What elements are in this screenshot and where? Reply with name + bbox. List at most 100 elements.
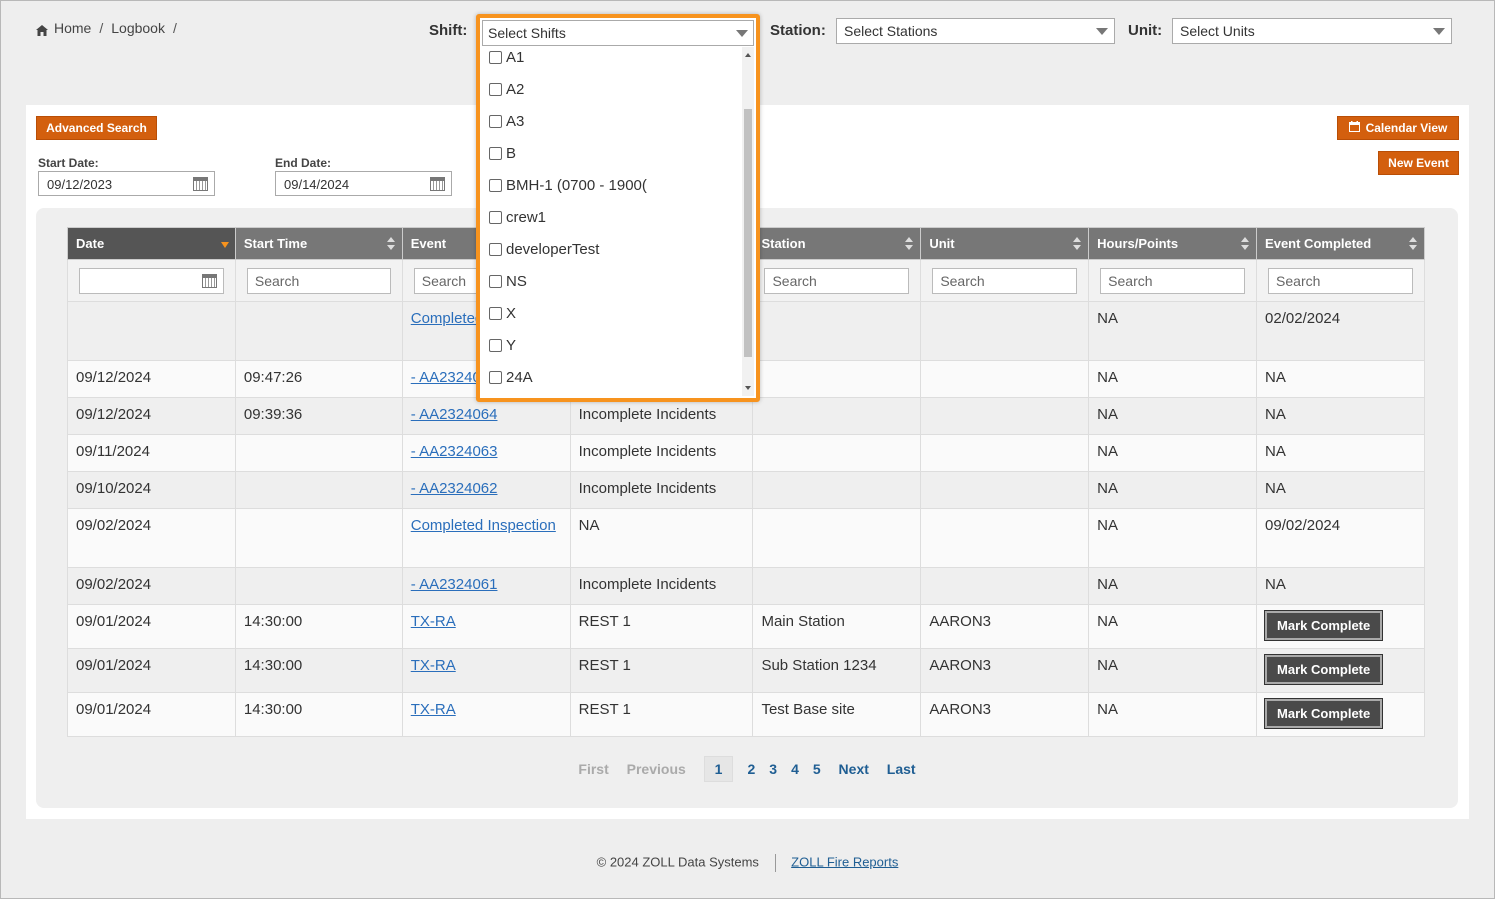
mark-complete-button[interactable]: Mark Complete [1264, 610, 1384, 641]
pager-page[interactable]: 3 [769, 761, 777, 777]
cell-value: 02/02/2024 [1265, 310, 1341, 327]
calendar-icon[interactable] [430, 177, 445, 191]
pager-next[interactable]: Next [839, 761, 869, 777]
shift-option-checkbox[interactable] [489, 146, 502, 160]
shift-option-checkbox[interactable] [489, 370, 502, 384]
shift-label: Shift: [429, 22, 468, 39]
column-header[interactable]: Start Time [234, 227, 403, 260]
shift-option[interactable]: 24A [482, 361, 742, 393]
event-link[interactable]: - AA2324063 [411, 443, 498, 460]
cell-value: Incomplete Incidents [578, 576, 717, 593]
advanced-search-button[interactable]: Advanced Search [36, 116, 157, 140]
pager-first[interactable]: First [578, 761, 608, 777]
event-link[interactable]: - AA2324064 [411, 406, 498, 423]
cell-type: Incomplete Incidents [569, 434, 754, 472]
cell-station [752, 360, 922, 398]
station-select[interactable]: Select Stations [836, 18, 1115, 44]
column-header[interactable]: Date [67, 227, 236, 260]
shift-option-checkbox[interactable] [489, 274, 502, 288]
shift-option-checkbox[interactable] [489, 114, 502, 128]
shift-option-checkbox[interactable] [489, 210, 502, 224]
scroll-up-icon[interactable] [745, 53, 751, 57]
shift-option-checkbox[interactable] [489, 82, 502, 96]
shift-select[interactable]: Select Shifts [482, 20, 754, 46]
cell-value: NA [1097, 613, 1119, 630]
pager-page[interactable]: 4 [791, 761, 799, 777]
event-link[interactable]: TX-RA [411, 701, 456, 718]
shift-option[interactable]: A3 [482, 105, 742, 137]
pager-page[interactable]: 1 [703, 756, 734, 782]
pager-page[interactable]: 2 [747, 761, 755, 777]
shift-select-value: Select Shifts [488, 25, 566, 41]
scroll-down-icon[interactable] [745, 386, 751, 390]
calendar-icon[interactable] [193, 177, 208, 191]
column-header[interactable]: Unit [920, 227, 1090, 260]
cell-start: 09:47:26 [234, 360, 403, 398]
date-filter-input[interactable] [79, 267, 224, 294]
cell-event: Completed Inspection [401, 508, 571, 568]
cell-unit [920, 360, 1090, 398]
shift-option[interactable]: A2 [482, 73, 742, 105]
breadcrumb-logbook[interactable]: Logbook [111, 20, 165, 36]
new-event-button[interactable]: New Event [1378, 151, 1459, 175]
shift-option-label: BMH-1 (0700 - 1900( [506, 176, 647, 194]
shift-option-checkbox[interactable] [489, 306, 502, 320]
start-date-input[interactable]: 09/12/2023 [38, 171, 215, 196]
column-search-input[interactable]: Search [1268, 267, 1413, 294]
column-header-label: Event Completed [1265, 236, 1372, 251]
cell-event: - AA2324062 [401, 471, 571, 509]
cell-unit [920, 301, 1090, 361]
sort-icon [1409, 237, 1417, 251]
end-date-value: 09/14/2024 [284, 177, 350, 192]
pager-previous[interactable]: Previous [627, 761, 686, 777]
column-search-placeholder: Search [1108, 272, 1153, 289]
event-link[interactable]: - AA2324062 [411, 480, 498, 497]
event-link[interactable]: - AA2324061 [411, 576, 498, 593]
shift-option-checkbox[interactable] [489, 50, 502, 64]
cell-event: TX-RA [401, 692, 571, 737]
footer: © 2024 ZOLL Data Systems ZOLL Fire Repor… [0, 854, 1495, 872]
end-date-input[interactable]: 09/14/2024 [275, 171, 452, 196]
footer-copyright: © 2024 ZOLL Data Systems [596, 854, 759, 870]
cell-value: Incomplete Incidents [578, 480, 717, 497]
column-search-input[interactable]: Search [1100, 267, 1246, 294]
shift-list-scrollbar[interactable] [742, 47, 754, 396]
column-search-input[interactable]: Search [932, 267, 1078, 294]
scrollbar-thumb[interactable] [744, 109, 752, 357]
shift-option[interactable]: NS [482, 265, 742, 297]
column-header[interactable]: Event Completed [1256, 227, 1425, 260]
cell-station [752, 567, 922, 605]
unit-select[interactable]: Select Units [1172, 18, 1452, 44]
pager-page[interactable]: 5 [813, 761, 821, 777]
event-link[interactable]: TX-RA [411, 657, 456, 674]
shift-option-checkbox[interactable] [489, 338, 502, 352]
footer-link[interactable]: ZOLL Fire Reports [791, 854, 898, 869]
shift-option-label: developerTest [506, 240, 600, 258]
calendar-icon[interactable] [201, 273, 217, 288]
shift-option[interactable]: X [482, 297, 742, 329]
column-header[interactable]: Station [752, 227, 922, 260]
column-header-label: Start Time [243, 236, 308, 251]
breadcrumb-home[interactable]: Home [54, 20, 91, 36]
mark-complete-button[interactable]: Mark Complete [1264, 698, 1384, 729]
calendar-view-button[interactable]: Calendar View [1337, 116, 1459, 140]
shift-option-label: X [506, 304, 517, 322]
column-search-input[interactable]: Search [246, 267, 391, 294]
shift-option[interactable]: developerTest [482, 233, 742, 265]
shift-option-checkbox[interactable] [489, 242, 502, 256]
pager-last[interactable]: Last [887, 761, 916, 777]
column-search-input[interactable]: Search [764, 267, 910, 294]
shift-option[interactable]: B [482, 137, 742, 169]
mark-complete-button[interactable]: Mark Complete [1264, 654, 1384, 685]
shift-option-checkbox[interactable] [489, 178, 502, 192]
event-link[interactable]: TX-RA [411, 613, 456, 630]
event-link[interactable]: Completed Inspection [411, 517, 556, 534]
shift-option[interactable]: A1 [482, 47, 742, 73]
shift-option[interactable]: Y [482, 329, 742, 361]
shift-option[interactable]: crew1 [482, 201, 742, 233]
cell-value: 09/11/2024 [76, 443, 150, 460]
shift-option[interactable]: BMH-1 (0700 - 1900( [482, 169, 742, 201]
chevron-down-icon [1433, 28, 1445, 35]
column-header[interactable]: Hours/Points [1088, 227, 1258, 260]
cell-completed: Mark Complete [1256, 604, 1425, 649]
